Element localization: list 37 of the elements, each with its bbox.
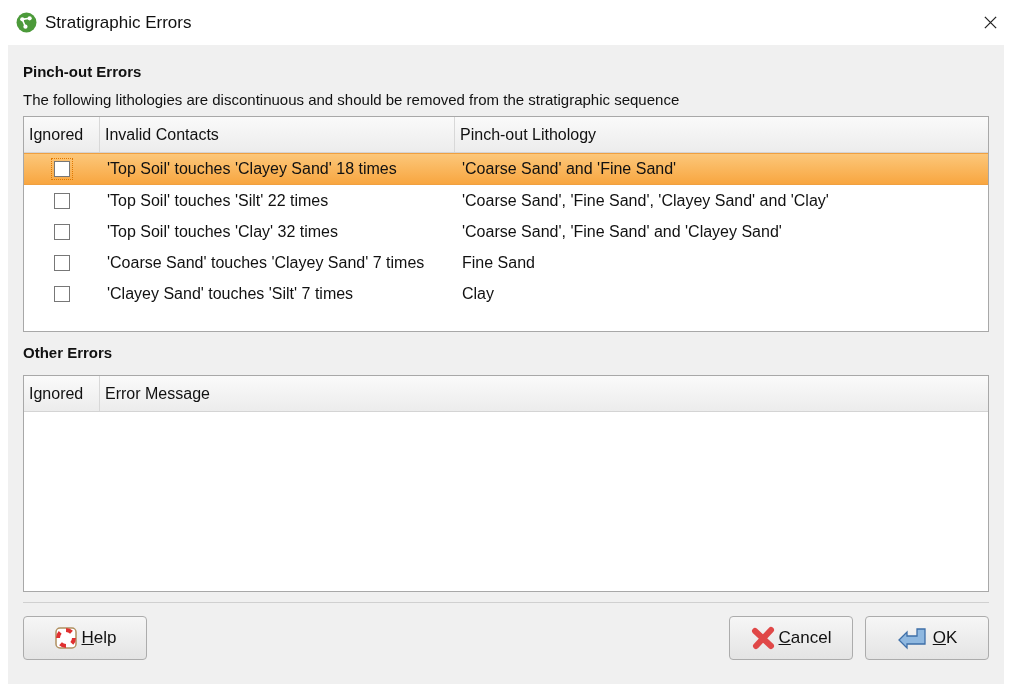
table-row[interactable]: 'Top Soil' touches 'Silt' 22 times 'Coarse Sand', 'Fine Sand', 'Clayey Sand' and 'Clay' [24,185,988,216]
close-icon[interactable] [983,15,998,30]
table-cell-text: 'Coarse Sand' and 'Fine Sand' [461,160,678,178]
ignored-checkbox[interactable] [54,223,70,240]
column-header[interactable]: Ignored [24,117,100,152]
table-cell-text: 'Coarse Sand', 'Fine Sand', 'Clayey Sand' and 'Clay' [461,191,830,210]
table-cell-text: 'Clayey Sand' touches 'Silt' 7 times [106,284,355,303]
table-cell-text: 'Top Soil' touches 'Silt' 22 times [106,191,330,210]
ignored-checkbox[interactable] [54,161,70,177]
table-row[interactable]: 'Clayey Sand' touches 'Silt' 7 times Clay [24,278,988,309]
ignored-checkbox[interactable] [54,285,70,302]
window-title: Stratigraphic Errors [45,12,193,33]
lifebuoy-icon [53,626,78,650]
column-header[interactable]: Pinch-out Lithology [455,117,988,152]
table-cell-text: 'Coarse Sand', 'Fine Sand' and 'Clayey Sand' [461,222,783,241]
description-text: The following lithologies are discontinuous and should be removed from the stratigraphic sequence [23,91,681,110]
return-arrow-icon [896,626,929,650]
app-logo-icon [16,12,37,33]
column-header[interactable]: Ignored [24,376,100,411]
table-cell-text: 'Top Soil' touches 'Clayey Sand' 18 times [106,160,398,178]
cancel-button[interactable]: Cancel [729,616,853,660]
table-cell-text: Clay [461,284,495,303]
ok-button[interactable]: OK [865,616,989,660]
section-heading: Other Errors [23,344,114,363]
table-cell-text: 'Coarse Sand' touches 'Clayey Sand' 7 times [106,253,426,272]
ignored-checkbox[interactable] [54,254,70,271]
table-cell-text: Fine Sand [461,253,536,272]
column-header[interactable]: Invalid Contacts [100,117,455,152]
cross-icon [750,626,775,650]
table-row[interactable]: 'Coarse Sand' touches 'Clayey Sand' 7 times Fine Sand [24,247,988,278]
ignored-checkbox[interactable] [54,192,70,209]
table-cell-text: 'Top Soil' touches 'Clay' 32 times [106,222,339,241]
column-header[interactable]: Error Message [100,376,988,411]
table-row[interactable]: 'Top Soil' touches 'Clay' 32 times 'Coarse Sand', 'Fine Sand' and 'Clayey Sand' [24,216,988,247]
help-button[interactable]: Help [23,616,147,660]
section-heading: Pinch-out Errors [23,63,143,82]
table-row[interactable]: 'Top Soil' touches 'Clayey Sand' 18 times 'Coarse Sand' and 'Fine Sand' [24,153,988,185]
